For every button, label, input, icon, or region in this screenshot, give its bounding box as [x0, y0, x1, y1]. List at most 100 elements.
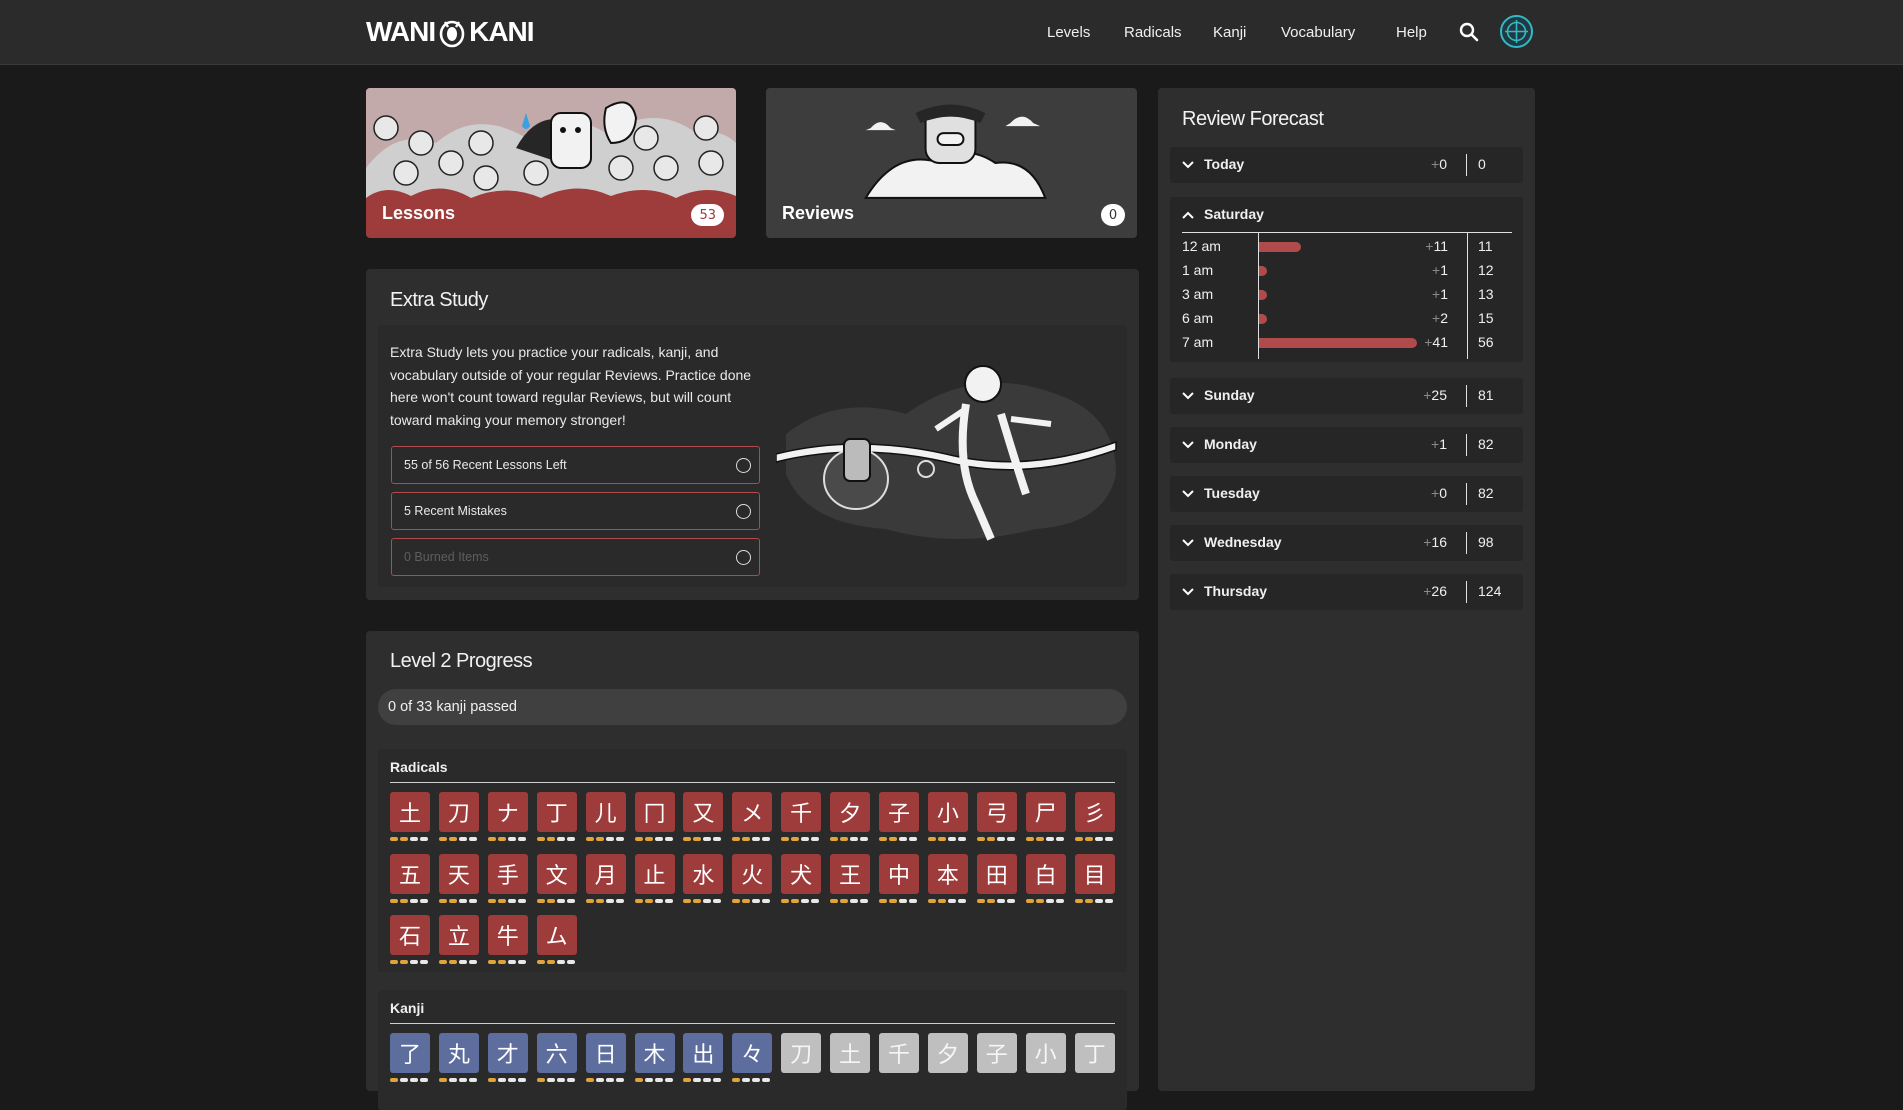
- nav-radicals[interactable]: Radicals: [1124, 24, 1182, 41]
- forecast-hour-bar: [1259, 266, 1267, 276]
- srs-progress-pips: [536, 1078, 575, 1082]
- forecast-day-wednesday[interactable]: Wednesday +16 98: [1170, 525, 1523, 561]
- radical-tile[interactable]: 刀: [438, 792, 479, 832]
- srs-progress-pips: [976, 837, 1015, 841]
- kanji-tile-locked[interactable]: 小: [1025, 1033, 1066, 1073]
- forecast-day-tuesday[interactable]: Tuesday +0 82: [1170, 476, 1523, 512]
- radical-tile[interactable]: 月: [585, 853, 626, 894]
- srs-progress-pips: [536, 898, 575, 903]
- review-forecast-title: Review Forecast: [1182, 108, 1324, 130]
- nav-levels[interactable]: Levels: [1047, 24, 1090, 41]
- radical-tile[interactable]: ム: [536, 915, 577, 955]
- radical-tile[interactable]: 五: [390, 853, 430, 894]
- forecast-hour-bar: [1259, 338, 1417, 348]
- radical-tile[interactable]: 丁: [536, 792, 577, 832]
- forecast-day-saturday[interactable]: Saturday 12 am +11 11 1 am +1 12 3 am +1 13 6 am +…: [1170, 197, 1523, 362]
- srs-progress-pips: [1074, 837, 1113, 841]
- logo-text-right: KANI: [469, 16, 534, 47]
- kanji-tile[interactable]: 六: [536, 1033, 577, 1073]
- radical-tile[interactable]: 水: [683, 853, 724, 894]
- kanji-tile-locked[interactable]: 土: [830, 1033, 871, 1073]
- radical-tile[interactable]: 尸: [1025, 792, 1066, 832]
- kanji-tile[interactable]: 日: [585, 1033, 626, 1073]
- forecast-hour-label: 7 am: [1182, 334, 1214, 350]
- radical-tile[interactable]: 千: [781, 792, 822, 832]
- srs-progress-pips: [487, 1078, 526, 1082]
- chevron-down-icon: [1182, 588, 1194, 596]
- extra-study-panel: Extra Study Extra Study lets you practic…: [366, 269, 1139, 600]
- day-total: 124: [1478, 583, 1502, 599]
- radical-tile[interactable]: 又: [683, 792, 724, 832]
- forecast-hour-total: 12: [1478, 262, 1494, 278]
- srs-progress-pips: [830, 898, 869, 903]
- user-avatar[interactable]: [1500, 15, 1533, 48]
- kanji-tile-locked[interactable]: 千: [879, 1033, 919, 1073]
- radical-tile[interactable]: 本: [927, 853, 968, 894]
- radical-tile[interactable]: 弓: [976, 792, 1017, 832]
- srs-progress-pips: [634, 898, 673, 903]
- srs-progress-pips: [438, 837, 477, 841]
- radical-tile[interactable]: ナ: [487, 792, 528, 832]
- reviews-card[interactable]: Reviews 0: [766, 88, 1137, 238]
- radical-tile[interactable]: 牛: [487, 915, 528, 955]
- radical-tile[interactable]: 犬: [781, 853, 822, 894]
- radical-tile[interactable]: メ: [732, 792, 773, 832]
- kanji-tile-locked[interactable]: 刀: [781, 1033, 822, 1073]
- srs-progress-pips: [732, 837, 771, 841]
- radical-tile[interactable]: 手: [487, 853, 528, 894]
- radical-tile[interactable]: 儿: [585, 792, 626, 832]
- radical-tile[interactable]: 立: [438, 915, 479, 955]
- kanji-tile[interactable]: 才: [487, 1033, 528, 1073]
- kanji-tile-locked[interactable]: 夕: [927, 1033, 968, 1073]
- kanji-tile[interactable]: 木: [634, 1033, 675, 1073]
- radical-tile[interactable]: 冂: [634, 792, 675, 832]
- kanji-tile-locked[interactable]: 子: [976, 1033, 1017, 1073]
- radical-tile[interactable]: 王: [830, 853, 871, 894]
- radical-tile[interactable]: 土: [390, 792, 430, 832]
- extra-option-recent-lessons[interactable]: 55 of 56 Recent Lessons Left: [391, 446, 760, 484]
- radical-tile[interactable]: 止: [634, 853, 675, 894]
- srs-progress-pips: [438, 898, 477, 903]
- crab-logo-icon: [439, 20, 465, 48]
- forecast-hour-plus: +1: [1432, 262, 1448, 278]
- srs-progress-pips: [830, 837, 869, 841]
- kanji-tile[interactable]: 々: [732, 1033, 773, 1073]
- radical-tile[interactable]: 彡: [1074, 792, 1115, 832]
- total-divider-line: [1467, 232, 1468, 359]
- kanji-tile-locked[interactable]: 丁: [1074, 1033, 1115, 1073]
- day-name: Tuesday: [1204, 485, 1260, 501]
- day-divider: [1466, 154, 1467, 176]
- forecast-day-sunday[interactable]: Sunday +25 81: [1170, 378, 1523, 414]
- radicals-section: Radicals 土刀ナ丁儿冂又メ千夕子小弓尸彡五天手文月止水火犬王中本田白目石…: [378, 749, 1127, 972]
- kanji-tile[interactable]: 丸: [438, 1033, 479, 1073]
- radical-tile[interactable]: 目: [1074, 853, 1115, 894]
- extra-option-recent-mistakes[interactable]: 5 Recent Mistakes: [391, 492, 760, 530]
- srs-progress-pips: [879, 898, 917, 903]
- nav-kanji[interactable]: Kanji: [1213, 24, 1246, 41]
- kanji-tile[interactable]: 了: [390, 1033, 430, 1073]
- kanji-label: Kanji: [390, 1000, 425, 1016]
- radical-tile[interactable]: 石: [390, 915, 430, 955]
- wanikani-logo[interactable]: WANI KANI: [366, 14, 535, 50]
- nav-help[interactable]: Help: [1396, 24, 1427, 41]
- radical-tile[interactable]: 夕: [830, 792, 871, 832]
- kanji-tile[interactable]: 出: [683, 1033, 724, 1073]
- radical-tile[interactable]: 白: [1025, 853, 1066, 894]
- radical-tile[interactable]: 文: [536, 853, 577, 894]
- forecast-day-today[interactable]: Today +0 0: [1170, 147, 1523, 183]
- radical-tile[interactable]: 田: [976, 853, 1017, 894]
- srs-progress-pips: [390, 837, 428, 841]
- forecast-day-monday[interactable]: Monday +1 82: [1170, 427, 1523, 463]
- radical-tile[interactable]: 小: [927, 792, 968, 832]
- radical-tile[interactable]: 天: [438, 853, 479, 894]
- radicals-label: Radicals: [390, 759, 448, 775]
- radical-tile[interactable]: 中: [879, 853, 919, 894]
- search-icon[interactable]: [1459, 22, 1479, 42]
- srs-progress-pips: [927, 898, 966, 903]
- radical-tile[interactable]: 子: [879, 792, 919, 832]
- nav-vocabulary[interactable]: Vocabulary: [1281, 24, 1355, 41]
- srs-progress-pips: [438, 960, 477, 964]
- forecast-day-thursday[interactable]: Thursday +26 124: [1170, 574, 1523, 610]
- lessons-card[interactable]: Lessons 53: [366, 88, 736, 238]
- radical-tile[interactable]: 火: [732, 853, 773, 894]
